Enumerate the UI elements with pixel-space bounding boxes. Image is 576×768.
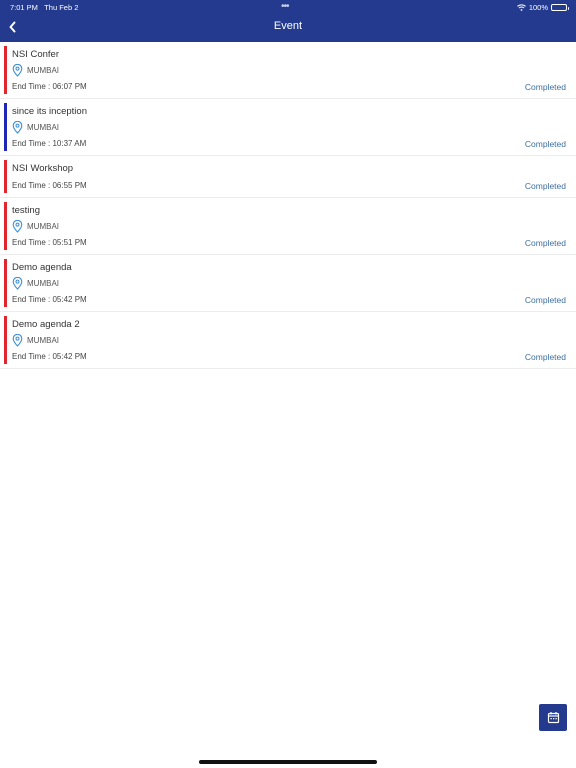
event-title: NSI Workshop — [12, 163, 74, 174]
event-location-label: MUMBAI — [27, 336, 59, 345]
event-title: Demo agenda 2 — [12, 319, 80, 330]
status-time: 7:01 PM Thu Feb 2 — [10, 3, 78, 12]
event-location: MUMBAI — [12, 64, 59, 77]
event-end-time: End Time : 05:42 PM — [12, 352, 87, 361]
wifi-icon — [516, 4, 526, 11]
event-end-time: End Time : 05:51 PM — [12, 238, 87, 247]
calendar-button[interactable] — [539, 704, 567, 731]
calendar-icon — [547, 712, 559, 724]
location-pin-icon — [12, 121, 23, 134]
status-bar: 7:01 PM Thu Feb 2 ••• 100% — [0, 0, 576, 14]
event-accent-bar — [4, 160, 7, 193]
event-item[interactable]: Demo agenda MUMBAI End Time : 05:42 PM C… — [0, 255, 576, 312]
location-pin-icon — [12, 334, 23, 347]
status-date: Thu Feb 2 — [44, 3, 79, 12]
location-pin-icon — [12, 277, 23, 290]
event-status: Completed — [524, 295, 566, 305]
event-status: Completed — [524, 139, 566, 149]
event-status: Completed — [524, 352, 566, 362]
event-location-label: MUMBAI — [27, 222, 59, 231]
event-item[interactable]: NSI Workshop End Time : 06:55 PM Complet… — [0, 156, 576, 198]
event-location: MUMBAI — [12, 220, 59, 233]
event-title: NSI Confer — [12, 49, 59, 60]
event-accent-bar — [4, 259, 7, 307]
event-location-label: MUMBAI — [27, 279, 59, 288]
event-item[interactable]: testing MUMBAI End Time : 05:51 PM Compl… — [0, 198, 576, 255]
event-item[interactable]: Demo agenda 2 MUMBAI End Time : 05:42 PM… — [0, 312, 576, 369]
event-title: testing — [12, 205, 40, 216]
event-end-time: End Time : 06:55 PM — [12, 181, 87, 190]
event-item[interactable]: NSI Confer MUMBAI End Time : 06:07 PM Co… — [0, 42, 576, 99]
event-end-time: End Time : 06:07 PM — [12, 82, 87, 91]
event-location-label: MUMBAI — [27, 66, 59, 75]
location-pin-icon — [12, 64, 23, 77]
status-right: 100% — [516, 3, 569, 12]
event-end-time: End Time : 05:42 PM — [12, 295, 87, 304]
battery-percent: 100% — [528, 3, 548, 12]
event-location-label: MUMBAI — [27, 123, 59, 132]
event-status: Completed — [524, 238, 566, 248]
event-status: Completed — [524, 181, 566, 191]
event-list: NSI Confer MUMBAI End Time : 06:07 PM Co… — [0, 42, 576, 369]
battery-icon — [551, 4, 569, 11]
event-end-time: End Time : 10:37 AM — [12, 139, 87, 148]
home-indicator[interactable] — [199, 760, 377, 764]
multitasking-dots-icon[interactable]: ••• — [281, 1, 289, 12]
event-item[interactable]: since its inception MUMBAI End Time : 10… — [0, 99, 576, 156]
event-accent-bar — [4, 103, 7, 151]
event-title: Demo agenda — [12, 262, 72, 273]
event-accent-bar — [4, 316, 7, 364]
nav-header: 7:01 PM Thu Feb 2 ••• 100% Event — [0, 0, 576, 42]
event-accent-bar — [4, 202, 7, 250]
status-clock: 7:01 PM — [10, 3, 38, 12]
event-location: MUMBAI — [12, 277, 59, 290]
event-location: MUMBAI — [12, 121, 59, 134]
event-location: MUMBAI — [12, 334, 59, 347]
page-title: Event — [273, 20, 303, 32]
event-title: since its inception — [12, 106, 87, 117]
event-status: Completed — [524, 82, 566, 92]
event-accent-bar — [4, 46, 7, 94]
location-pin-icon — [12, 220, 23, 233]
